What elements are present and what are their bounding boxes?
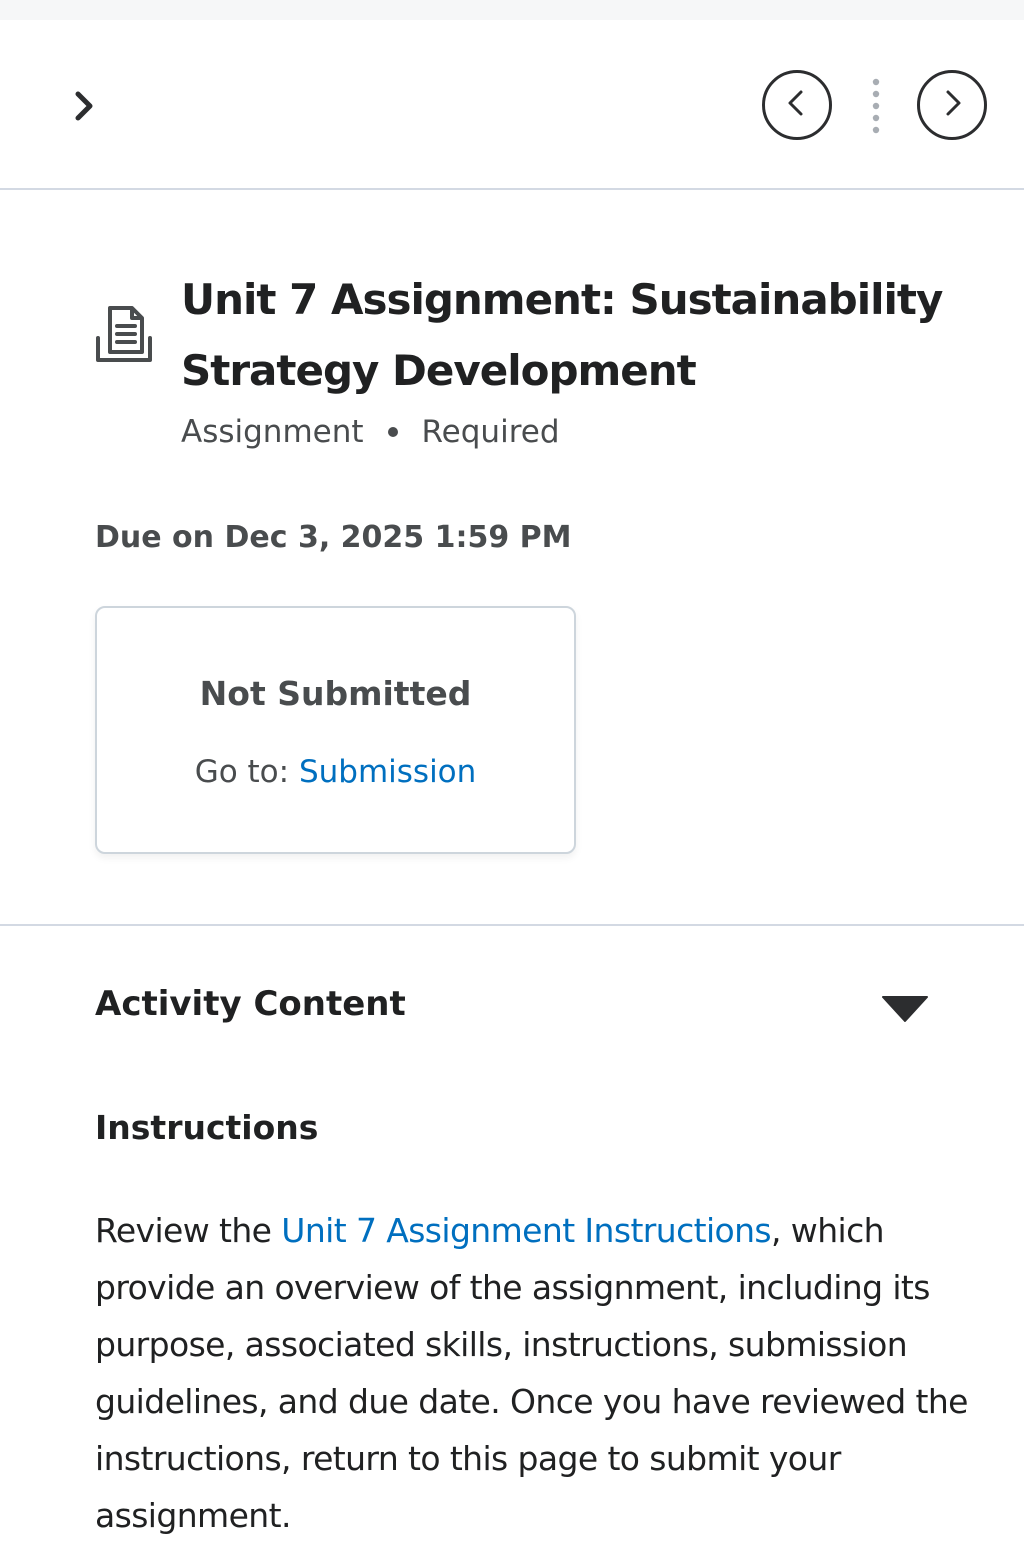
goto-prefix: Go to: <box>194 754 299 790</box>
next-activity-button[interactable] <box>917 70 987 140</box>
previous-activity-button[interactable] <box>762 70 832 140</box>
assignment-instructions-link[interactable]: Unit 7 Assignment Instructions <box>281 1211 771 1250</box>
required-label: Required <box>421 414 560 450</box>
activity-navigation-bar <box>0 20 1024 190</box>
due-date: Due on Dec 3, 2025 1:59 PM <box>95 520 572 555</box>
chevron-left-icon <box>782 88 812 122</box>
instructions-heading: Instructions <box>95 1108 319 1147</box>
chevron-right-icon <box>937 88 967 122</box>
instructions-suffix: , which provide an overview of the assig… <box>95 1211 968 1535</box>
activity-type-label: Assignment <box>181 414 364 450</box>
top-strip <box>0 0 1024 20</box>
caret-down-icon[interactable] <box>880 994 930 1024</box>
goto-row: Go to: Submission <box>97 754 574 790</box>
instructions-prefix: Review the <box>95 1211 282 1250</box>
assignment-document-icon <box>92 302 156 366</box>
submission-status-card: Not Submitted Go to: Submission <box>95 606 576 854</box>
activity-content-header[interactable]: Activity Content <box>95 984 406 1024</box>
separator-dot-icon <box>387 427 398 437</box>
chevron-right-icon[interactable] <box>66 86 106 126</box>
page-title: Unit 7 Assignment: Sustainability Strate… <box>181 275 943 395</box>
activity-header-section: Unit 7 Assignment: Sustainability Strate… <box>0 190 1024 926</box>
vertical-dots-icon <box>871 78 881 134</box>
status-text: Not Submitted <box>199 674 472 713</box>
instructions-body: Review the Unit 7 Assignment Instruction… <box>95 1202 975 1544</box>
submission-link[interactable]: Submission <box>299 754 476 790</box>
activity-meta: Assignment Required <box>181 414 560 450</box>
